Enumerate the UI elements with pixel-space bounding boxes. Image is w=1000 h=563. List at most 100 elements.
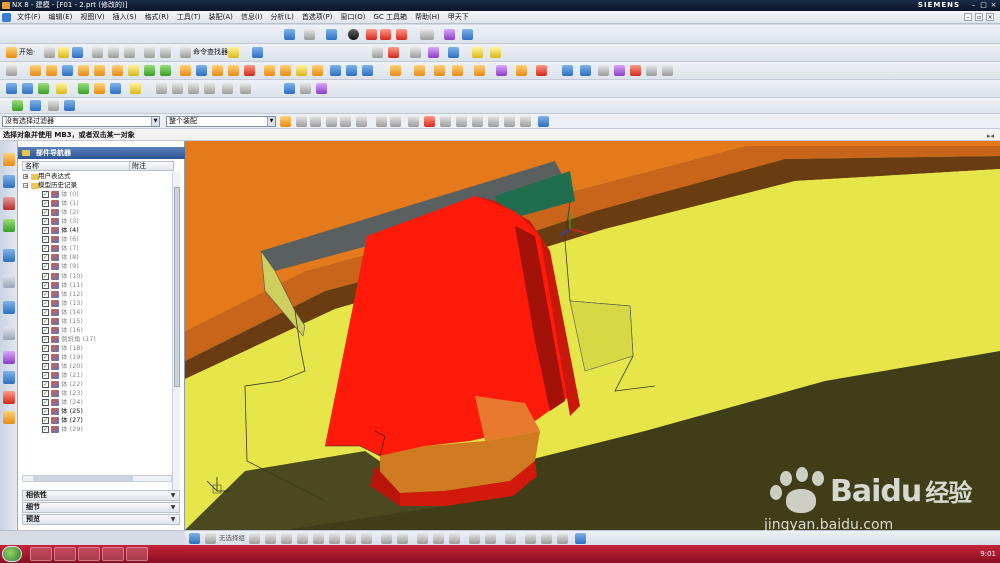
- taskbar-explorer-icon[interactable]: [54, 547, 76, 561]
- select-feature-icon[interactable]: [326, 116, 337, 127]
- menu-tools[interactable]: 工具(T): [173, 11, 205, 24]
- slot-icon[interactable]: [128, 65, 139, 76]
- join-curve-icon[interactable]: [204, 83, 215, 94]
- snap-control-icon[interactable]: [440, 116, 451, 127]
- redo-icon[interactable]: [160, 47, 171, 58]
- feature-visibility-checkbox[interactable]: ✓: [42, 344, 49, 352]
- feature-row[interactable]: ✓ 体 (25): [22, 407, 172, 416]
- type-filter-select[interactable]: 没有选择过滤器 ▼: [2, 116, 160, 127]
- feature-row[interactable]: ✓ 体 (1): [22, 199, 172, 208]
- draft-icon[interactable]: [312, 65, 323, 76]
- shaded-icon[interactable]: [348, 29, 359, 40]
- part-navigator-tab-icon[interactable]: [3, 197, 15, 210]
- feature-row[interactable]: ✓ 体 (7): [22, 244, 172, 253]
- feature-visibility-checkbox[interactable]: ✓: [42, 263, 49, 271]
- sync-offset-region-icon[interactable]: [434, 65, 445, 76]
- point-icon[interactable]: [410, 47, 421, 58]
- feature-row[interactable]: ✓ 体 (24): [22, 398, 172, 407]
- feature-visibility-checkbox[interactable]: ✓: [42, 381, 49, 389]
- surface-sew-icon[interactable]: [614, 65, 625, 76]
- fit-view-icon[interactable]: [284, 29, 295, 40]
- scroll-thumb[interactable]: [174, 187, 180, 387]
- feature-row[interactable]: ✓ 体 (14): [22, 308, 172, 317]
- feature-row[interactable]: ✓ 体 (15): [22, 317, 172, 326]
- sync-move-face-icon[interactable]: [390, 65, 401, 76]
- sync-paste-face-icon[interactable]: [536, 65, 547, 76]
- taskbar-nx-icon[interactable]: [102, 547, 124, 561]
- menu-view[interactable]: 视图(V): [76, 11, 108, 24]
- feature-row[interactable]: ✓ 体 (16): [22, 326, 172, 335]
- extrude-icon[interactable]: [30, 65, 41, 76]
- sketch-arc-icon[interactable]: [281, 533, 292, 544]
- component-icon[interactable]: [64, 100, 75, 111]
- assembly-navigator-icon[interactable]: [30, 100, 41, 111]
- sketch-extend-icon[interactable]: [433, 533, 444, 544]
- doc-restore-button[interactable]: ▫: [975, 13, 983, 21]
- feature-visibility-checkbox[interactable]: ✓: [42, 353, 49, 361]
- expand-icon[interactable]: +: [23, 174, 28, 180]
- column-note[interactable]: 附注: [129, 162, 146, 170]
- background-color-icon[interactable]: [420, 29, 434, 40]
- groove-icon[interactable]: [144, 65, 155, 76]
- feature-row[interactable]: ✓ 体 (19): [22, 353, 172, 362]
- feature-row[interactable]: ✓ 体 (3): [22, 217, 172, 226]
- menu-gc-toolbox[interactable]: GC 工具箱: [369, 11, 411, 24]
- shell-icon[interactable]: [296, 65, 307, 76]
- snap-settings-icon[interactable]: [538, 116, 549, 127]
- select-body-icon[interactable]: [340, 116, 351, 127]
- snap-existing-point-icon[interactable]: [520, 116, 531, 127]
- hole-icon[interactable]: [62, 65, 73, 76]
- feature-row[interactable]: ✓ 体 (29): [22, 425, 172, 434]
- cut-icon[interactable]: [92, 47, 103, 58]
- feature-visibility-checkbox[interactable]: ✓: [42, 209, 49, 217]
- open-file-icon[interactable]: [58, 47, 69, 58]
- reuse-library-tab-icon[interactable]: [3, 219, 15, 232]
- feature-visibility-checkbox[interactable]: ✓: [42, 218, 49, 226]
- sketch-point-icon[interactable]: [381, 533, 392, 544]
- section-details[interactable]: 细节 ▼: [22, 502, 180, 513]
- trim-body-icon[interactable]: [228, 65, 239, 76]
- feature-row[interactable]: ✓ 体 (2): [22, 208, 172, 217]
- arc-icon[interactable]: [22, 83, 33, 94]
- snap-center-icon[interactable]: [472, 116, 483, 127]
- column-name[interactable]: 名称: [25, 162, 39, 170]
- boss-icon[interactable]: [78, 65, 89, 76]
- chamfer-icon[interactable]: [280, 65, 291, 76]
- taskbar-paint-icon[interactable]: [126, 547, 148, 561]
- feature-row[interactable]: ✓ 体 (6): [22, 235, 172, 244]
- extend-curve-icon[interactable]: [172, 83, 183, 94]
- tree-node-model-history[interactable]: − 模型历史记录: [22, 181, 172, 190]
- navigator-vertical-scrollbar[interactable]: [172, 172, 180, 507]
- edge-blend-icon[interactable]: [264, 65, 275, 76]
- system-materials-tab-icon[interactable]: [3, 327, 15, 340]
- annotation-icon[interactable]: [300, 83, 311, 94]
- history-tab-icon[interactable]: [3, 301, 15, 314]
- unite-icon[interactable]: [180, 65, 191, 76]
- menu-preferences[interactable]: 首选项(P): [298, 11, 337, 24]
- feature-visibility-checkbox[interactable]: ✓: [42, 335, 49, 343]
- select-face-icon[interactable]: [356, 116, 367, 127]
- collapse-icon[interactable]: −: [23, 183, 28, 189]
- layer-settings-icon[interactable]: [444, 29, 455, 40]
- section-preview[interactable]: 预览 ▼: [22, 514, 180, 525]
- wcs-icon[interactable]: [462, 29, 473, 40]
- minimize-button[interactable]: –: [969, 1, 978, 9]
- sketch-display-icon[interactable]: [575, 533, 586, 544]
- feature-visibility-checkbox[interactable]: ✓: [42, 408, 49, 416]
- undo-select-icon[interactable]: [296, 116, 307, 127]
- feature-visibility-checkbox[interactable]: ✓: [42, 390, 49, 398]
- sync-copy-face-icon[interactable]: [516, 65, 527, 76]
- feature-row[interactable]: ✓ 体 (13): [22, 299, 172, 308]
- sketch-auto-constrain-icon[interactable]: [557, 533, 568, 544]
- sketch-dimension-icon[interactable]: [525, 533, 536, 544]
- datum-plane-icon[interactable]: [372, 47, 383, 58]
- doc-minimize-button[interactable]: –: [964, 13, 972, 21]
- feature-row[interactable]: ✓ 体 (27): [22, 416, 172, 425]
- line-icon[interactable]: [6, 83, 17, 94]
- sketch-icon[interactable]: [6, 65, 17, 76]
- check-icon[interactable]: [12, 100, 23, 111]
- menu-jiatianxia[interactable]: 甲天下: [444, 11, 473, 24]
- sketch-constraint-icon[interactable]: [541, 533, 552, 544]
- snap-intersection-icon[interactable]: [456, 116, 467, 127]
- model-view[interactable]: [185, 141, 1000, 530]
